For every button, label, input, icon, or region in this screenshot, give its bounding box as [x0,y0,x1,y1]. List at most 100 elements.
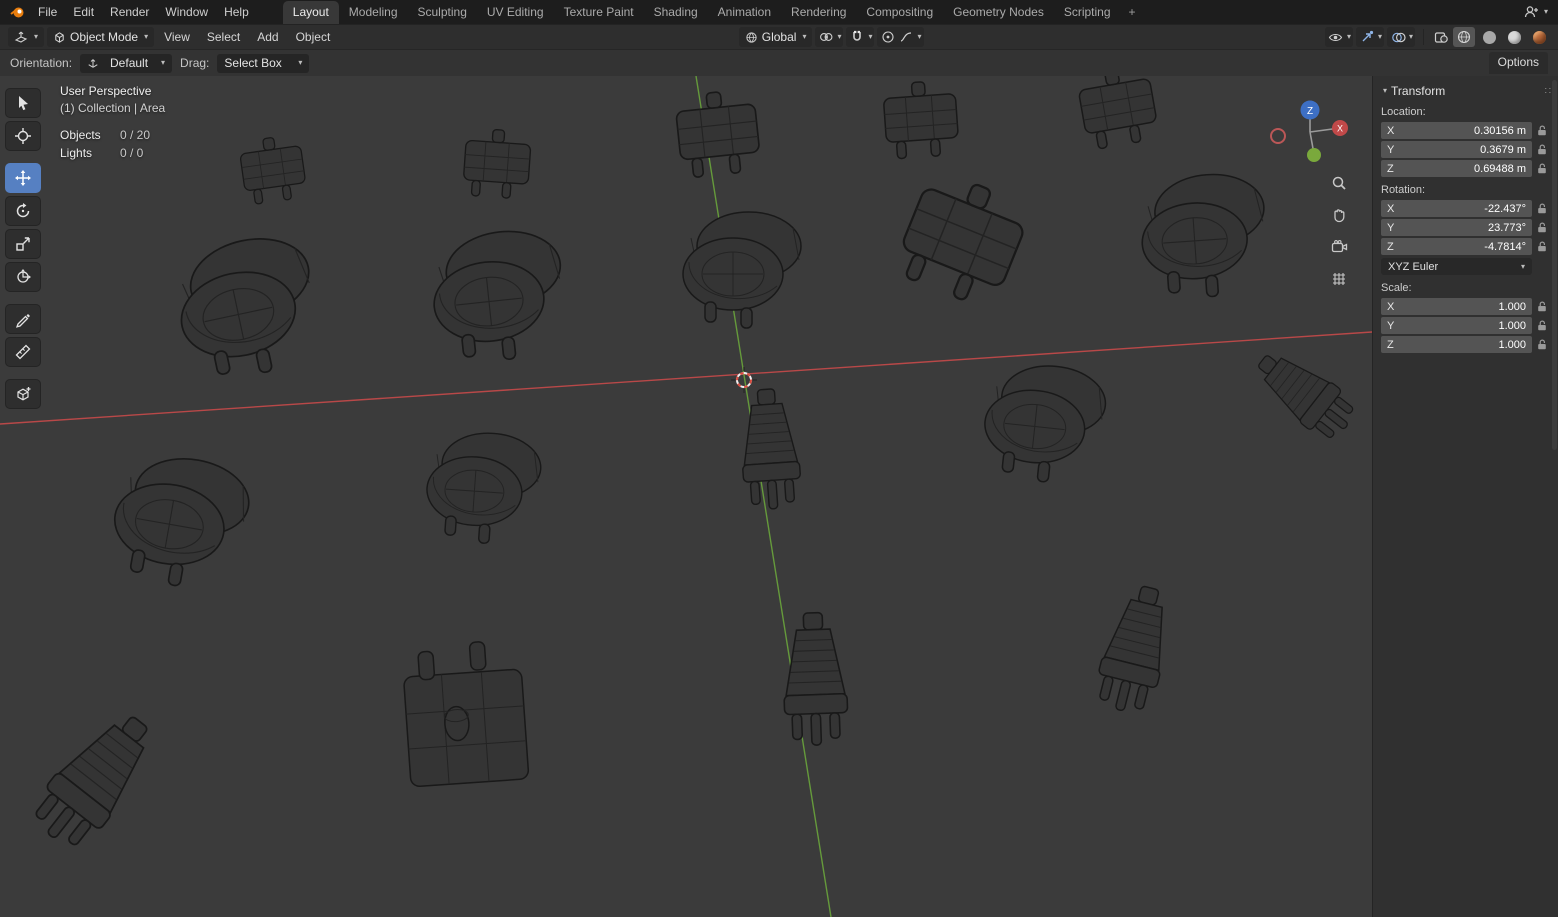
tab-layout[interactable]: Layout [282,1,339,24]
add-workspace-button[interactable]: + [1121,1,1144,24]
plug-object[interactable] [1075,76,1161,152]
scale-z-field[interactable]: Z 1.000 [1381,336,1532,353]
scale-y-field[interactable]: Y 1.000 [1381,317,1532,334]
plug-object[interactable] [104,446,256,597]
tool-measure[interactable] [5,337,41,367]
shading-rendered-button[interactable] [1528,27,1550,47]
plug-object[interactable] [978,358,1110,489]
show-gizmos-button[interactable] [1358,28,1376,46]
transform-orientation-select[interactable]: Global ▾ [738,27,813,47]
plug-object[interactable] [166,227,329,389]
tab-modeling[interactable]: Modeling [339,1,408,24]
menu-edit[interactable]: Edit [65,3,102,21]
pan-button[interactable] [1326,202,1352,228]
orientation-dropdown[interactable]: Default ▾ [80,53,173,73]
tool-cursor[interactable] [5,121,41,151]
menu-select[interactable]: Select [200,28,247,46]
tab-scripting[interactable]: Scripting [1054,1,1121,24]
navigation-gizmo[interactable]: X Z [1248,84,1358,169]
lock-rotation-z[interactable] [1532,241,1552,252]
menu-object[interactable]: Object [289,28,338,46]
show-overlays-button[interactable] [1389,28,1407,46]
menu-add[interactable]: Add [250,28,285,46]
plug-object[interactable] [422,428,544,548]
plug-object[interactable] [237,133,309,207]
mode-select[interactable]: Object Mode ▾ [47,27,155,47]
plug-object[interactable] [890,165,1035,313]
gizmo-x-negative[interactable] [1270,128,1286,144]
chevron-down-icon[interactable]: ▾ [1409,33,1413,41]
location-y-field[interactable]: Y 0.3679 m [1381,141,1532,158]
plug-object[interactable] [1136,170,1271,302]
chevron-down-icon[interactable]: ▾ [1378,33,1382,41]
plug-object[interactable] [682,211,802,329]
plug-object[interactable] [1354,524,1372,714]
shading-material-button[interactable] [1503,27,1525,47]
options-button[interactable]: Options [1488,52,1548,74]
plug-object[interactable] [780,610,850,747]
tool-move[interactable] [5,163,41,193]
xray-toggle-button[interactable] [1432,28,1450,46]
menu-render[interactable]: Render [102,3,157,21]
rotation-y-field[interactable]: Y 23.773° [1381,219,1532,236]
drag-dropdown[interactable]: Select Box ▾ [217,53,310,73]
menu-window[interactable]: Window [157,3,216,21]
lock-rotation-y[interactable] [1532,222,1552,233]
chevron-down-icon[interactable]: ▾ [1347,33,1351,41]
tab-uv-editing[interactable]: UV Editing [477,1,554,24]
tab-rendering[interactable]: Rendering [781,1,856,24]
shading-wireframe-button[interactable] [1453,27,1476,47]
lock-scale-y[interactable] [1532,320,1552,331]
rotation-z-field[interactable]: Z -4.7814° [1381,238,1532,255]
scale-x-field[interactable]: X 1.000 [1381,298,1532,315]
plug-object[interactable] [23,699,169,859]
sidebar-scrollbar[interactable] [1552,80,1557,450]
plug-object[interactable] [1245,339,1363,448]
menu-view[interactable]: View [157,28,197,46]
scene-selector[interactable]: ▾ [1524,5,1550,19]
tool-annotate[interactable] [5,304,41,334]
plug-object[interactable] [400,638,530,788]
plug-object[interactable] [426,225,571,368]
editor-type-button[interactable]: ▾ [8,27,45,47]
transform-panel-header[interactable]: ▾ Transform ∷ [1381,84,1552,98]
camera-view-button[interactable] [1326,234,1352,260]
tab-geometry-nodes[interactable]: Geometry Nodes [943,1,1054,24]
menu-help[interactable]: Help [216,3,257,21]
tool-transform[interactable] [5,262,41,292]
viewport-3d[interactable]: User Perspective (1) Collection | Area O… [0,76,1372,917]
menu-file[interactable]: File [30,3,65,21]
perspective-toggle-button[interactable] [1326,266,1352,292]
plug-object[interactable] [673,87,763,180]
panel-expand-icon[interactable]: ▾ [1383,87,1387,95]
location-z-field[interactable]: Z 0.69488 m [1381,160,1532,177]
tool-select-box[interactable] [5,88,41,118]
chevron-down-icon[interactable]: ▾ [868,33,872,41]
tool-add-primitive[interactable] [5,379,41,409]
lock-scale-x[interactable] [1532,301,1552,312]
tab-shading[interactable]: Shading [644,1,708,24]
tab-animation[interactable]: Animation [708,1,781,24]
object-visibility-button[interactable] [1327,28,1345,46]
snap-toggle-button[interactable] [848,28,866,46]
panel-grip-icon[interactable]: ∷ [1545,86,1552,97]
lock-rotation-x[interactable] [1532,203,1552,214]
location-x-field[interactable]: X 0.30156 m [1381,122,1532,139]
gizmo-y-axis[interactable] [1307,148,1321,162]
pivot-point-button[interactable] [817,28,835,46]
lock-location-x[interactable] [1532,125,1552,136]
rotation-x-field[interactable]: X -22.437° [1381,200,1532,217]
tool-rotate[interactable] [5,196,41,226]
rotation-mode-dropdown[interactable]: XYZ Euler ▾ [1381,258,1532,275]
plug-object[interactable] [881,78,961,161]
chevron-down-icon[interactable]: ▾ [917,33,921,41]
zoom-button[interactable] [1326,170,1352,196]
tab-sculpting[interactable]: Sculpting [408,1,477,24]
tab-texture-paint[interactable]: Texture Paint [554,1,644,24]
blender-logo-icon[interactable] [8,4,26,20]
plug-object[interactable] [1090,579,1181,719]
lock-location-z[interactable] [1532,163,1552,174]
tool-scale[interactable] [5,229,41,259]
tab-compositing[interactable]: Compositing [856,1,943,24]
chevron-down-icon[interactable]: ▾ [837,33,841,41]
